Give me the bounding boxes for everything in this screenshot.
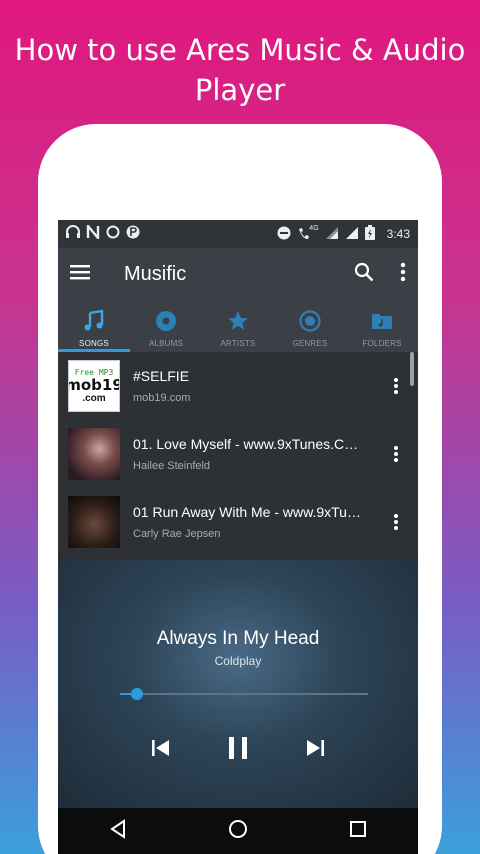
- headline-line-2: Player: [194, 73, 286, 107]
- back-icon[interactable]: [109, 818, 127, 844]
- pause-icon[interactable]: [227, 736, 249, 765]
- tab-albums-label: ALBUMS: [148, 338, 184, 348]
- folder-music-icon: [370, 309, 394, 333]
- song-row[interactable]: 01. Love Myself - www.9xTunes.Com Hailee…: [58, 420, 418, 488]
- album-art-logo: mob19: [68, 376, 120, 394]
- tab-songs[interactable]: SONGS: [58, 300, 130, 352]
- song-list: Free MP3 mob19 .com #SELFIE mob19.com 01…: [58, 352, 418, 556]
- p-icon: [126, 225, 140, 243]
- music-note-icon: [82, 309, 106, 333]
- circle-icon: [106, 225, 120, 243]
- system-nav-bar: [58, 808, 418, 854]
- phone-screen: 4G 3:43 Musific SONGS ALBUMS ARTISTS GEN…: [58, 220, 418, 854]
- dnd-icon: [277, 226, 291, 243]
- more-vert-icon[interactable]: [400, 262, 406, 287]
- tab-songs-label: SONGS: [79, 338, 109, 348]
- song-title: 01 Run Away With Me - www.9xTunes.Com: [133, 504, 363, 520]
- tab-folders[interactable]: FOLDERS: [346, 300, 418, 352]
- now-playing-artist: Coldplay: [214, 654, 262, 668]
- star-icon: [226, 309, 250, 333]
- previous-icon[interactable]: [151, 739, 171, 762]
- tab-genres-label: GENRES: [292, 338, 328, 348]
- tab-folders-label: FOLDERS: [362, 338, 402, 348]
- target-icon: [298, 309, 322, 333]
- tab-genres[interactable]: GENRES: [274, 300, 346, 352]
- now-playing-title: Always In My Head: [156, 628, 320, 649]
- tab-artists-label: ARTISTS: [220, 338, 256, 348]
- tab-albums[interactable]: ALBUMS: [130, 300, 202, 352]
- app-title: Musific: [124, 262, 187, 285]
- seek-thumb[interactable]: [131, 688, 144, 700]
- song-more-icon[interactable]: [386, 444, 406, 464]
- recents-icon[interactable]: [349, 820, 367, 843]
- song-subtitle: mob19.com: [133, 392, 191, 404]
- song-row[interactable]: 01 Run Away With Me - www.9xTunes.Com Ca…: [58, 488, 418, 556]
- song-subtitle: Hailee Steinfeld: [133, 460, 211, 472]
- song-more-icon[interactable]: [386, 512, 406, 532]
- status-bar: 4G 3:43: [58, 220, 418, 248]
- song-title: #SELFIE: [133, 368, 190, 384]
- n-icon: [86, 222, 100, 243]
- song-subtitle: Carly Rae Jepsen: [133, 528, 221, 540]
- headline-line-1: How to use Ares Music & Audio: [14, 33, 466, 67]
- app-bar: Musific: [58, 248, 418, 300]
- tab-artists[interactable]: ARTISTS: [202, 300, 274, 352]
- tab-bar: SONGS ALBUMS ARTISTS GENRES FOLDERS: [58, 300, 418, 352]
- list-scrollbar[interactable]: [410, 352, 414, 386]
- song-row[interactable]: Free MP3 mob19 .com #SELFIE mob19.com: [58, 352, 418, 420]
- album-art-label-bottom: .com: [82, 393, 106, 404]
- call-4g-icon: 4G: [297, 225, 319, 241]
- song-title: 01. Love Myself - www.9xTunes.Com: [133, 436, 363, 452]
- album-art: Free MP3 mob19 .com: [68, 360, 120, 412]
- album-art: [68, 428, 120, 480]
- headphone-icon: [66, 225, 80, 243]
- seek-bar[interactable]: [120, 688, 368, 700]
- next-icon[interactable]: [305, 739, 325, 762]
- song-more-icon[interactable]: [386, 376, 406, 396]
- battery-icon: [364, 225, 375, 243]
- disc-icon: [154, 309, 178, 333]
- now-playing-panel: Always In My Head Coldplay: [58, 560, 418, 808]
- signal-icon-lte: [325, 226, 339, 243]
- search-icon[interactable]: [354, 262, 374, 287]
- menu-icon[interactable]: [70, 264, 90, 285]
- clock-time: 3:43: [386, 227, 410, 241]
- network-type-label: 4G: [309, 225, 319, 232]
- home-icon[interactable]: [228, 819, 248, 844]
- album-art: [68, 496, 120, 548]
- headline: How to use Ares Music & Audio Player: [0, 30, 480, 110]
- signal-icon: [345, 226, 359, 243]
